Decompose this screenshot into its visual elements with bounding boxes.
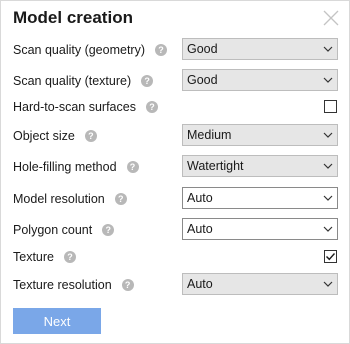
select-value: Good [187,42,218,56]
field-row-model-resolution: Model resolution ? Auto [1,187,350,211]
hard-to-scan-surfaces-checkbox[interactable] [324,100,337,113]
polygon-count-select[interactable]: Auto [182,218,338,240]
field-label: Hard-to-scan surfaces [13,100,136,114]
help-icon[interactable]: ? [64,251,76,263]
field-label: Hole-filling method [13,160,117,174]
next-button[interactable]: Next [13,308,101,334]
help-icon[interactable]: ? [121,279,134,291]
select-value: Auto [187,222,213,236]
select-value: Good [187,73,218,87]
scan-quality-texture-select[interactable]: Good [182,69,338,91]
object-size-select[interactable]: Medium [182,124,338,146]
select-value: Medium [187,128,232,142]
select-value: Watertight [187,159,244,173]
field-row-polygon-count: Polygon count ? Auto [1,218,350,242]
model-creation-dialog: Model creation Scan quality (geometry) ?… [0,0,350,344]
field-row-texture-resolution: Texture resolution ? Auto [1,273,350,297]
chevron-down-icon [323,77,333,83]
field-row-hole-filling-method: Hole-filling method ? Watertight [1,155,350,179]
help-icon[interactable]: ? [114,193,127,205]
chevron-down-icon [323,195,333,201]
model-resolution-select[interactable]: Auto [182,187,338,209]
dialog-title: Model creation [13,8,133,27]
close-icon[interactable] [323,10,339,26]
help-icon[interactable]: ? [145,101,158,113]
select-value: Auto [187,191,213,205]
chevron-down-icon [323,132,333,138]
field-row-hard-to-scan-surfaces: Hard-to-scan surfaces ? [1,95,350,119]
help-icon[interactable]: ? [155,44,168,56]
field-row-scan-quality-texture: Scan quality (texture) ? Good [1,69,350,93]
field-label: Texture resolution [13,278,112,292]
help-icon[interactable]: ? [126,161,139,173]
hole-filling-method-select[interactable]: Watertight [182,155,338,177]
field-label: Texture [13,250,54,264]
help-icon[interactable]: ? [84,130,97,142]
field-label: Scan quality (texture) [13,74,132,88]
chevron-down-icon [323,46,333,52]
chevron-down-icon [323,281,333,287]
field-label: Polygon count [13,223,93,237]
field-label: Scan quality (geometry) [13,43,146,57]
field-row-object-size: Object size ? Medium [1,124,350,148]
scan-quality-geometry-select[interactable]: Good [182,38,338,60]
checkmark-icon [326,253,336,261]
chevron-down-icon [323,163,333,169]
texture-resolution-select[interactable]: Auto [182,273,338,295]
chevron-down-icon [323,226,333,232]
help-icon[interactable]: ? [141,75,154,87]
select-value: Auto [187,277,213,291]
field-row-texture: Texture ? [1,245,350,269]
help-icon[interactable]: ? [102,224,115,236]
texture-checkbox[interactable] [324,250,337,263]
field-label: Object size [13,129,75,143]
field-row-scan-quality-geometry: Scan quality (geometry) ? Good [1,38,350,62]
field-label: Model resolution [13,192,105,206]
